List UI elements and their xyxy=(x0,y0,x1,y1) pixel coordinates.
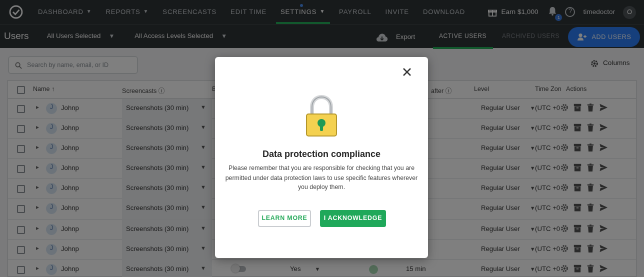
learn-more-button[interactable]: LEARN MORE xyxy=(258,210,311,227)
padlock-icon xyxy=(306,95,337,137)
dialog-message: Please remember that you are responsible… xyxy=(225,165,418,191)
data-protection-dialog: Data protection compliance Please rememb… xyxy=(215,57,428,258)
close-icon[interactable] xyxy=(402,67,412,77)
acknowledge-button[interactable]: I ACKNOWLEDGE xyxy=(320,210,386,227)
dialog-title: Data protection compliance xyxy=(262,149,381,159)
